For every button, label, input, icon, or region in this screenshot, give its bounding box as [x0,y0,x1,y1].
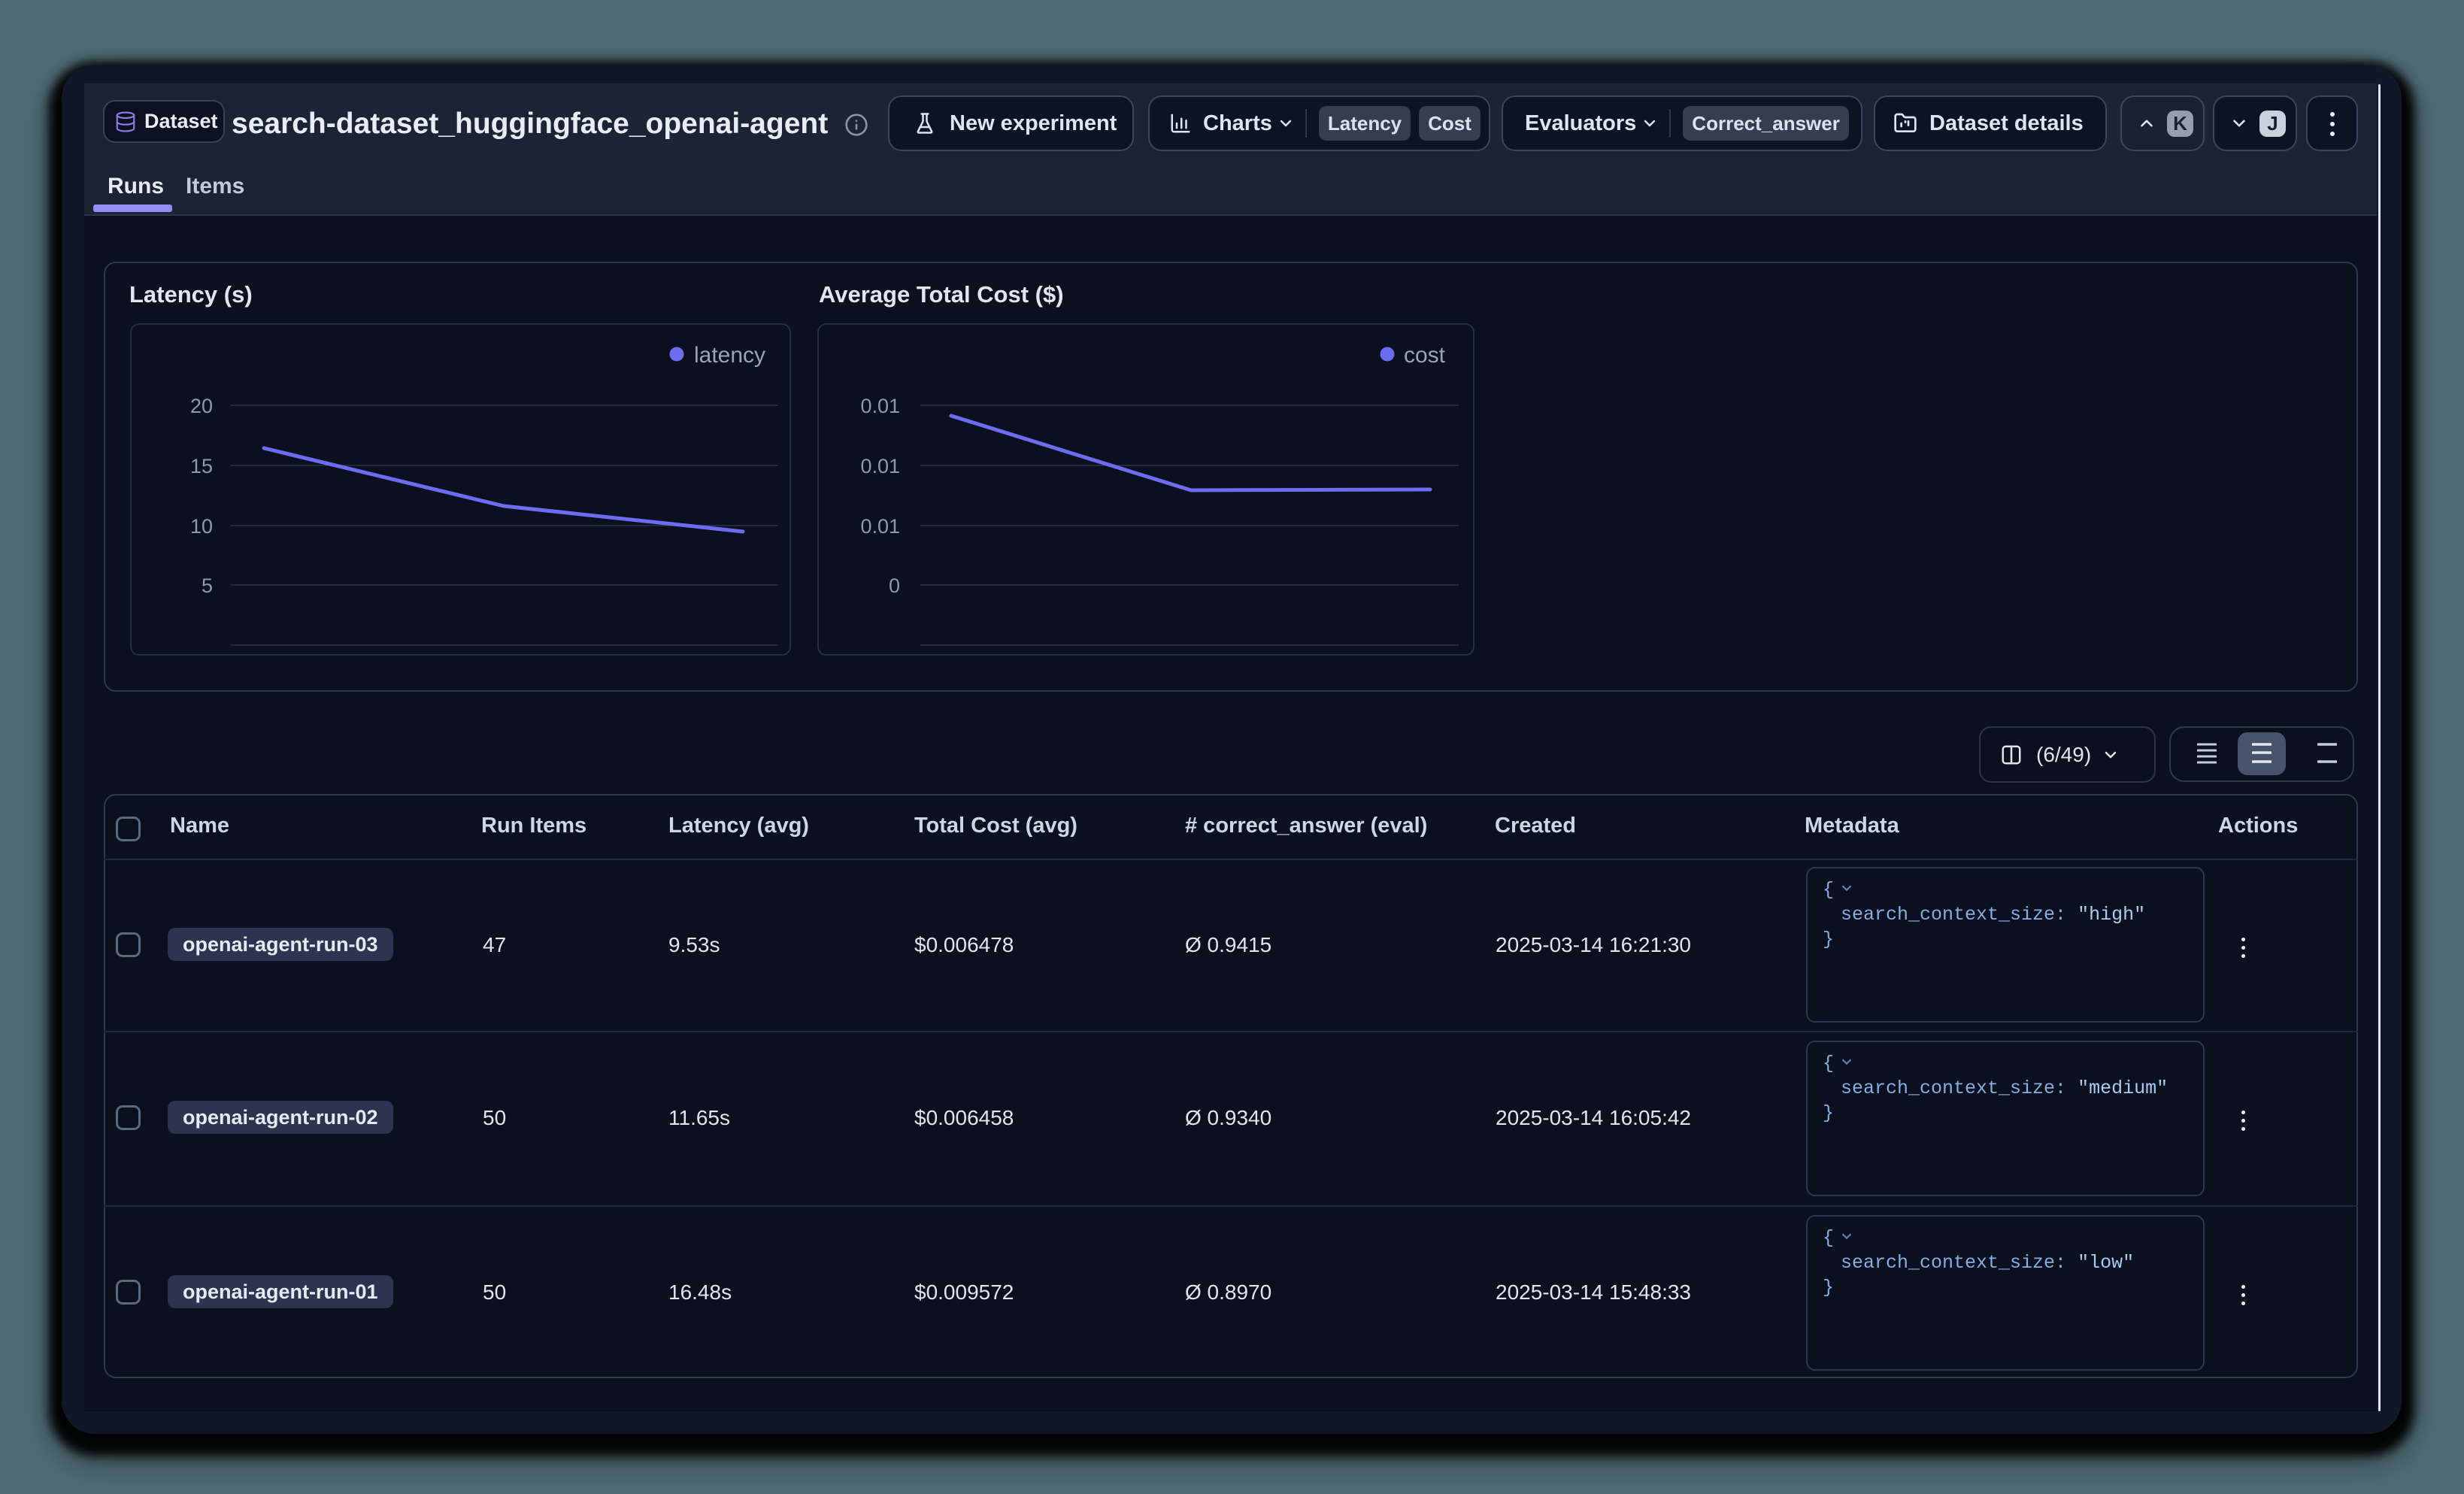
svg-text:15: 15 [190,455,213,477]
svg-text:cost: cost [1404,343,1446,368]
svg-text:5: 5 [202,574,213,597]
svg-text:0.01: 0.01 [860,395,900,417]
svg-text:20: 20 [190,395,213,417]
svg-text:0.01: 0.01 [860,515,900,538]
svg-text:10: 10 [190,515,213,538]
svg-text:latency: latency [694,343,765,368]
svg-text:0.01: 0.01 [860,455,900,477]
svg-text:0: 0 [889,574,900,597]
